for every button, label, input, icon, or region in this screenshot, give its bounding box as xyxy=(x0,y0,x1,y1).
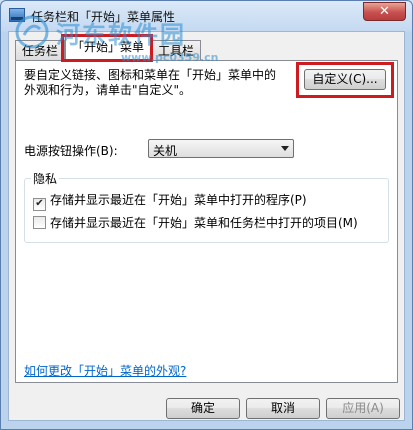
ok-button[interactable]: 确定 xyxy=(166,398,240,419)
privacy-group-title: 隐私 xyxy=(31,170,60,187)
watermark-logo-icon xyxy=(15,15,49,49)
start-menu-panel: 要自定义链接、图标和菜单在「开始」菜单中的 外观和行为，请单击"自定义"。 自定… xyxy=(15,60,398,383)
customize-highlight-box xyxy=(296,62,394,98)
privacy-option-programs[interactable]: ✔ 存储并显示最近在「开始」菜单中打开的程序(P) xyxy=(33,191,307,211)
properties-window: 任务栏和「开始」菜单属性 ✕ 任务栏 「开始」菜单 工具栏 要自定义链接、图标和… xyxy=(0,0,413,430)
power-button-label: 电源按钮操作(B): xyxy=(24,144,118,158)
customize-description: 要自定义链接、图标和菜单在「开始」菜单中的 外观和行为，请单击"自定义"。 xyxy=(24,68,294,98)
checkbox-checked-icon[interactable]: ✔ xyxy=(33,198,46,211)
watermark-text: 河东软件园 xyxy=(56,21,186,49)
privacy-option-items[interactable]: 存储并显示最近在「开始」菜单和任务栏中打开的项目(M) xyxy=(33,214,358,231)
power-button-value: 关机 xyxy=(153,144,178,158)
checkbox-unchecked-icon[interactable] xyxy=(33,216,46,229)
cancel-button[interactable]: 取消 xyxy=(246,398,320,419)
help-link[interactable]: 如何更改「开始」菜单的外观? xyxy=(24,362,186,379)
power-button-select[interactable]: 关机 xyxy=(148,139,294,158)
privacy-option-programs-label: 存储并显示最近在「开始」菜单中打开的程序(P) xyxy=(50,193,307,207)
apply-button[interactable]: 应用(A) xyxy=(326,398,400,419)
description-line-2: 外观和行为，请单击"自定义"。 xyxy=(24,83,192,97)
dialog-client-area: 任务栏 「开始」菜单 工具栏 要自定义链接、图标和菜单在「开始」菜单中的 外观和… xyxy=(8,31,405,421)
watermark-url: www.pc0359.cn xyxy=(121,51,219,64)
privacy-group: 隐私 ✔ 存储并显示最近在「开始」菜单中打开的程序(P) 存储并显示最近在「开始」… xyxy=(24,170,389,243)
description-line-1: 要自定义链接、图标和菜单在「开始」菜单中的 xyxy=(24,68,277,82)
chevron-down-icon xyxy=(281,146,289,151)
privacy-option-items-label: 存储并显示最近在「开始」菜单和任务栏中打开的项目(M) xyxy=(50,216,358,230)
close-button[interactable]: ✕ xyxy=(363,2,406,21)
